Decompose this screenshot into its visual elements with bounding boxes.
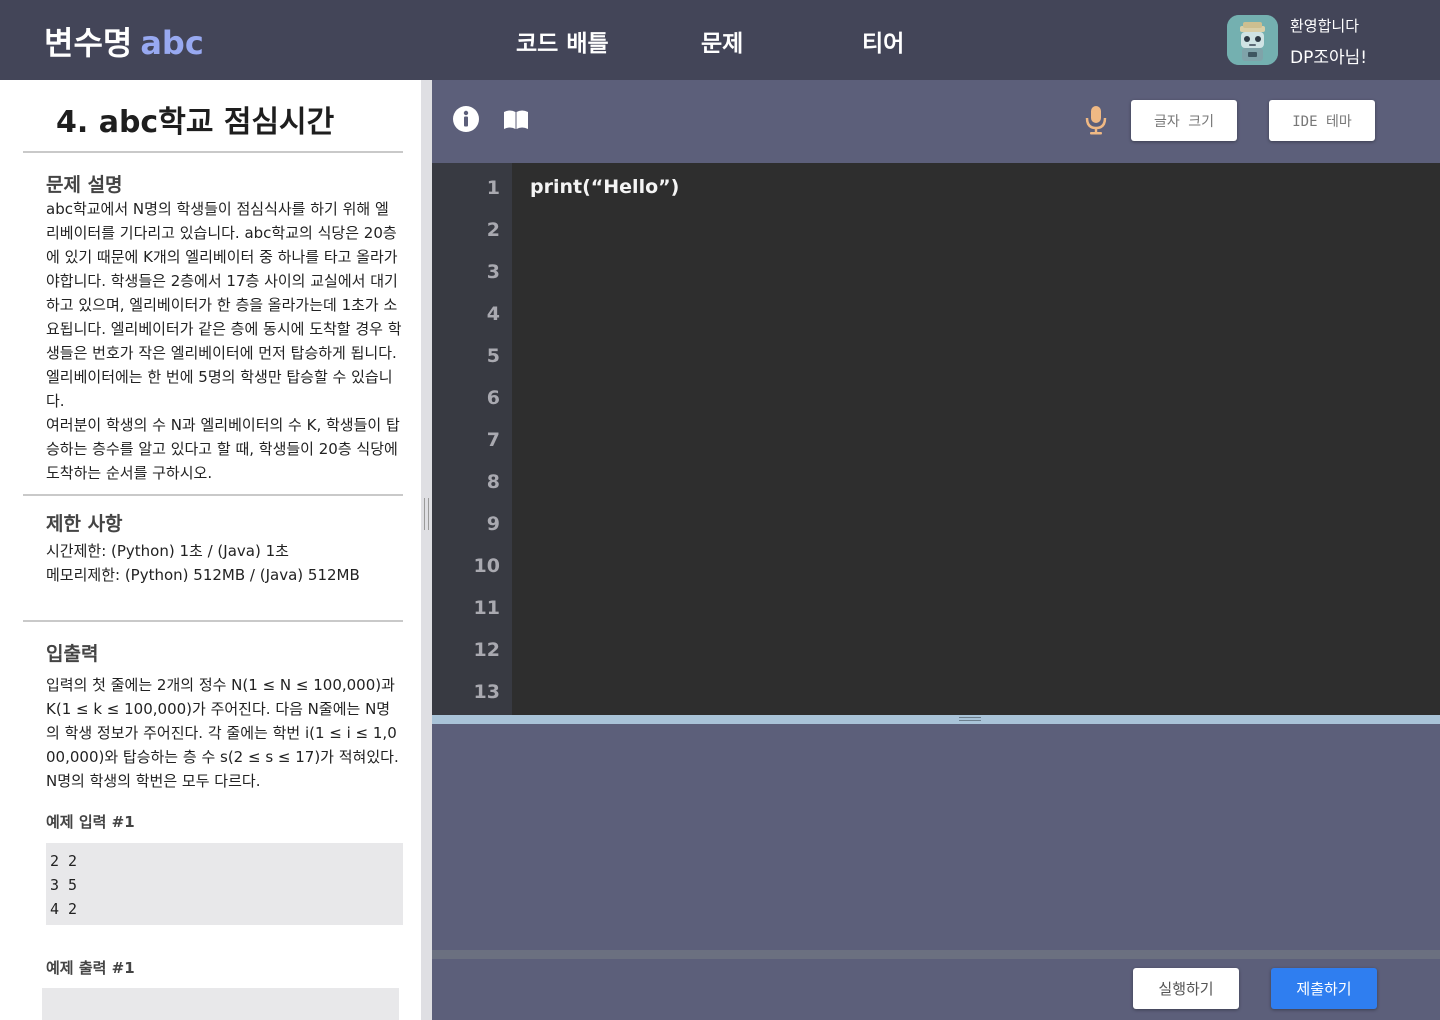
- top-header: 변수명 abc 코드 배틀 문제 티어 환영합니다 DP조아님!: [0, 0, 1440, 80]
- code-editor[interactable]: print(“Hello”): [512, 163, 1440, 715]
- run-button[interactable]: 실행하기: [1133, 968, 1239, 1009]
- logo[interactable]: 변수명 abc: [44, 18, 204, 64]
- divider: [23, 151, 403, 153]
- font-size-button[interactable]: 글자 크기: [1131, 100, 1237, 141]
- nav-code-battle[interactable]: 코드 배틀: [516, 24, 609, 58]
- drag-handle-icon[interactable]: [959, 717, 981, 721]
- limits-text: 시간제한: (Python) 1초 / (Java) 1초 메모리제한: (Py…: [46, 542, 360, 584]
- divider: [23, 620, 403, 622]
- line-number: 6: [486, 387, 500, 409]
- submit-button[interactable]: 제출하기: [1271, 968, 1377, 1009]
- line-number: 8: [486, 471, 500, 493]
- limits-title: 제한 사항: [46, 513, 123, 535]
- example-output-title: 예제 출력 #1: [46, 959, 135, 977]
- logo-text: 변수명: [44, 24, 133, 62]
- ide-theme-button[interactable]: IDE 테마: [1269, 100, 1375, 141]
- line-number: 10: [473, 555, 500, 577]
- avatar[interactable]: [1227, 15, 1278, 65]
- info-icon[interactable]: [452, 105, 480, 133]
- example-input-box: 2 2 3 5 4 2: [46, 843, 403, 925]
- problem-title: 4. abc학교 점심시간: [56, 105, 335, 140]
- description-title: 문제 설명: [46, 174, 123, 196]
- code-line[interactable]: print(“Hello”): [530, 176, 679, 198]
- output-scrollbar[interactable]: [432, 950, 1440, 959]
- example-input-title: 예제 입력 #1: [46, 813, 135, 831]
- nav-tier[interactable]: 티어: [862, 24, 904, 58]
- drag-handle-icon[interactable]: [424, 498, 429, 530]
- line-number: 3: [486, 261, 500, 283]
- output-console: [432, 724, 1440, 950]
- editor-toolbar: 글자 크기 IDE 테마: [432, 80, 1440, 163]
- action-footer: 실행하기 제출하기: [432, 959, 1440, 1020]
- nav-problems[interactable]: 문제: [701, 24, 743, 58]
- line-number: 12: [473, 639, 500, 661]
- logo-accent: abc: [140, 24, 204, 62]
- io-title: 입출력: [46, 643, 99, 665]
- horizontal-splitter[interactable]: [432, 715, 1440, 724]
- microphone-icon[interactable]: [1084, 104, 1108, 136]
- description-text: abc학교에서 N명의 학생들이 점심식사를 하기 위해 엘리베이터를 기다리고…: [46, 200, 402, 482]
- line-number: 5: [486, 345, 500, 367]
- example-output-box: [42, 988, 399, 1020]
- line-number: 4: [486, 303, 500, 325]
- line-number: 1: [486, 177, 500, 199]
- vertical-splitter[interactable]: [421, 80, 432, 1020]
- line-number: 2: [486, 219, 500, 241]
- line-number-gutter: 1 2 3 4 5 6 7 8 9 10 11 12 13: [432, 163, 512, 715]
- io-text: 입력의 첫 줄에는 2개의 정수 N(1 ≤ N ≤ 100,000)과 K(1…: [46, 676, 404, 790]
- robot-avatar-icon: [1227, 15, 1278, 65]
- line-number: 9: [486, 513, 500, 535]
- problem-panel: 4. abc학교 점심시간 문제 설명 abc학교에서 N명의 학생들이 점심식…: [0, 80, 421, 1020]
- welcome-text: 환영합니다: [1290, 17, 1360, 35]
- divider: [23, 494, 403, 496]
- username: DP조아님!: [1290, 48, 1368, 68]
- book-icon[interactable]: [502, 108, 530, 132]
- line-number: 13: [473, 681, 500, 703]
- line-number: 7: [486, 429, 500, 451]
- line-number: 11: [473, 597, 500, 619]
